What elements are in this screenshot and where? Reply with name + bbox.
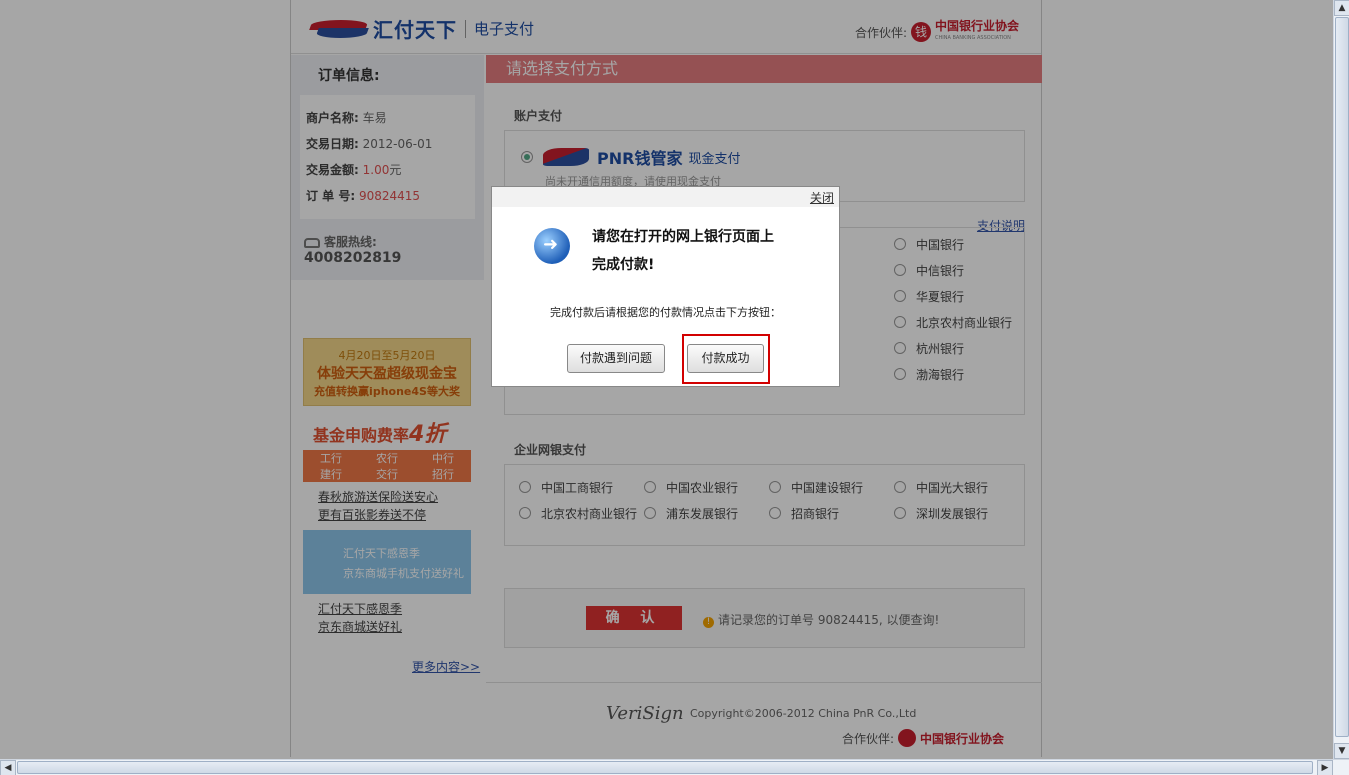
payment-success-button[interactable]: 付款成功	[687, 344, 764, 373]
scroll-down-icon[interactable]: ▼	[1334, 743, 1349, 759]
payment-problem-button[interactable]: 付款遇到问题	[567, 344, 665, 373]
dialog-hint: 完成付款后请根据您的付款情况点击下方按钮：	[550, 306, 781, 319]
dialog-message-line2: 完成付款!	[592, 257, 655, 273]
vertical-scroll-thumb[interactable]	[1335, 17, 1349, 737]
scroll-left-icon[interactable]: ◀	[0, 760, 16, 775]
vertical-scrollbar[interactable]: ▲ ▼	[1333, 0, 1349, 759]
scroll-up-icon[interactable]: ▲	[1334, 0, 1349, 16]
dialog-message: 请您在打开的网上银行页面上 完成付款!	[592, 223, 822, 279]
payment-dialog: 关闭 请您在打开的网上银行页面上 完成付款! 完成付款后请根据您的付款情况点击下…	[491, 186, 840, 387]
horizontal-scroll-thumb[interactable]	[17, 761, 1313, 774]
horizontal-scrollbar[interactable]: ◀ ▶	[0, 759, 1349, 775]
scroll-right-icon[interactable]: ▶	[1317, 760, 1333, 775]
dialog-close-link[interactable]: 关闭	[810, 189, 834, 206]
arrow-globe-icon	[534, 228, 570, 264]
dialog-message-line1: 请您在打开的网上银行页面上	[592, 229, 774, 245]
